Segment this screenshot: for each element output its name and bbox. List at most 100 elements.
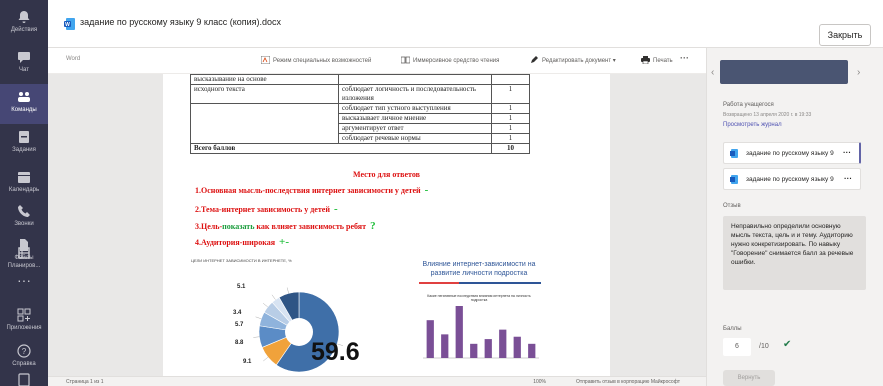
word-doc-icon [730,149,738,158]
accessibility-mode-button[interactable]: Режим специальных возможностей [261,56,371,64]
bar [528,343,536,358]
leader-line [262,303,268,308]
send-feedback-link[interactable]: Отправить отзыв в корпорацию Майкрософт [576,379,680,385]
immersive-reader-button[interactable]: Иммерсивное средство чтения [401,56,499,64]
answer-line-1: 1.Основная мысль-последствия интернет за… [195,184,428,196]
table-cell [190,103,339,114]
rail-label: Планиров... [7,263,41,269]
bar [455,306,463,358]
bar [426,320,434,358]
more-options-icon[interactable]: ··· [843,148,851,157]
leader-line [271,294,276,300]
rail-label: Календарь [8,187,40,193]
word-doc-icon: W [64,18,75,30]
rail-label: Задания [12,147,36,153]
more-apps-icon[interactable]: ··· [0,272,48,288]
table-cell: 1 [491,133,530,144]
pie-chart: ЦЕЛИ ИНТЕРНЕТ ЗАВИСИМОСТИ В ИНТЕРНЕТЕ, %… [191,258,396,376]
view-log-link[interactable]: Просмотреть журнал [723,122,782,128]
rail-teams[interactable]: Команды [0,84,48,124]
donut-hole [285,318,313,346]
chevron-down-icon: ▾ [611,58,616,64]
table-row: высказывает личное мнение 1 [190,113,530,124]
bar [470,343,478,358]
returned-timestamp: Возвращено 13 апреля 2020 г. в 19:33 [723,112,812,118]
data-label: 9.1 [243,359,252,365]
table-cell: аргументирует ответ [338,123,492,134]
rail-apps[interactable]: Приложения [0,302,48,342]
answer-line-3: 3.Цель-показать как влияет зависимость р… [195,220,376,232]
score-input[interactable]: 6 [723,338,751,356]
print-label: Печать [653,58,673,64]
accessibility-icon [261,56,270,64]
immersive-reader-label: Иммерсивное средство чтения [413,58,500,64]
table-cell: 1 [491,113,530,124]
rail-chat[interactable]: Чат [0,44,48,84]
student-work-label: Работа учащегося [723,102,774,108]
leader-line [255,316,262,319]
table-cell: 1 [491,123,530,134]
table-row: исходного текста соблюдает логичность и … [190,84,530,104]
return-button[interactable]: Вернуть [723,370,775,386]
print-button[interactable]: Печать [641,56,673,64]
feedback-textarea[interactable]: Неправильно определили основную мысль те… [723,216,866,290]
bell-icon [18,11,30,23]
student-selector[interactable] [720,60,848,84]
table-cell [190,133,339,144]
rail-activity[interactable]: Действия [0,4,48,44]
pie-chart-svg [253,287,343,373]
file-name: задание по русскому языку 9 класс (копия… [746,150,834,157]
zoom-level[interactable]: 100% [533,379,546,385]
answers-heading: Место для ответов [353,170,420,179]
teacher-mark: +- [279,236,289,248]
rubric-table: высказывание на основе исходного текста … [190,74,530,154]
edit-document-button[interactable]: Редактировать документ ▾ [530,56,616,64]
answer-line-4: 4.Аудитория-широкая +- [195,236,289,248]
chevron-left-icon[interactable]: ‹ [711,67,714,78]
word-doc-icon [730,175,738,184]
leader-line [253,336,260,338]
answer-text: 2.Тема-интернет зависимость у детей [195,205,330,214]
rail-assignments[interactable]: Задания [0,124,48,164]
table-cell: соблюдает логичность и последовательност… [338,84,492,104]
points-label: Баллы [723,326,742,332]
table-row: соблюдает тип устного выступления 1 [190,103,530,114]
teams-icon [18,92,30,102]
planner-icon [18,247,30,259]
chat-icon [18,52,30,63]
table-cell [190,113,339,124]
pencil-icon [531,56,538,63]
document-viewer[interactable]: высказывание на основе исходного текста … [48,74,706,376]
attachment-file[interactable]: задание по русскому языку 9 класс.docx ·… [723,168,861,190]
close-button[interactable]: Закрыть [819,24,871,46]
bar [513,336,521,358]
bar-chart: Влияние интернет-зависимости на развитие… [409,260,549,370]
app-rail: Действия Чат Команды Задания Календарь З… [0,0,48,386]
table-cell: соблюдает речевые нормы [338,133,492,144]
svg-text:?: ? [22,347,27,356]
attachment-file[interactable]: задание по русскому языку 9 класс (копия… [723,142,861,164]
answer-highlight: показать [222,222,255,231]
table-row: соблюдает речевые нормы 1 [190,133,530,144]
chevron-right-icon[interactable]: › [857,67,860,78]
answer-line-2: 2.Тема-интернет зависимость у детей - [195,203,338,215]
more-options-icon[interactable]: ··· [844,174,852,183]
apps-icon [17,308,31,322]
rail-device[interactable] [0,372,48,386]
data-label: 5.7 [235,322,244,328]
table-row: высказывание на основе [190,74,530,85]
device-icon [18,373,30,386]
answer-text: 3.Цель- [195,222,223,231]
table-cell [491,74,530,85]
big-number-label: 59.6 [311,338,360,366]
total-value: 10 [491,143,530,154]
document-header: W задание по русскому языку 9 класс (коп… [48,0,883,48]
table-cell: 1 [491,103,530,114]
rail-label: Звонки [14,221,34,227]
table-cell: соблюдает тип устного выступления [338,103,492,114]
rail-label: Команды [11,107,37,113]
table-cell [338,74,492,85]
accessibility-label: Режим специальных возможностей [273,58,372,64]
more-options-button[interactable]: ··· [680,53,689,63]
word-toolbar: Word Режим специальных возможностей Имме… [48,48,706,74]
